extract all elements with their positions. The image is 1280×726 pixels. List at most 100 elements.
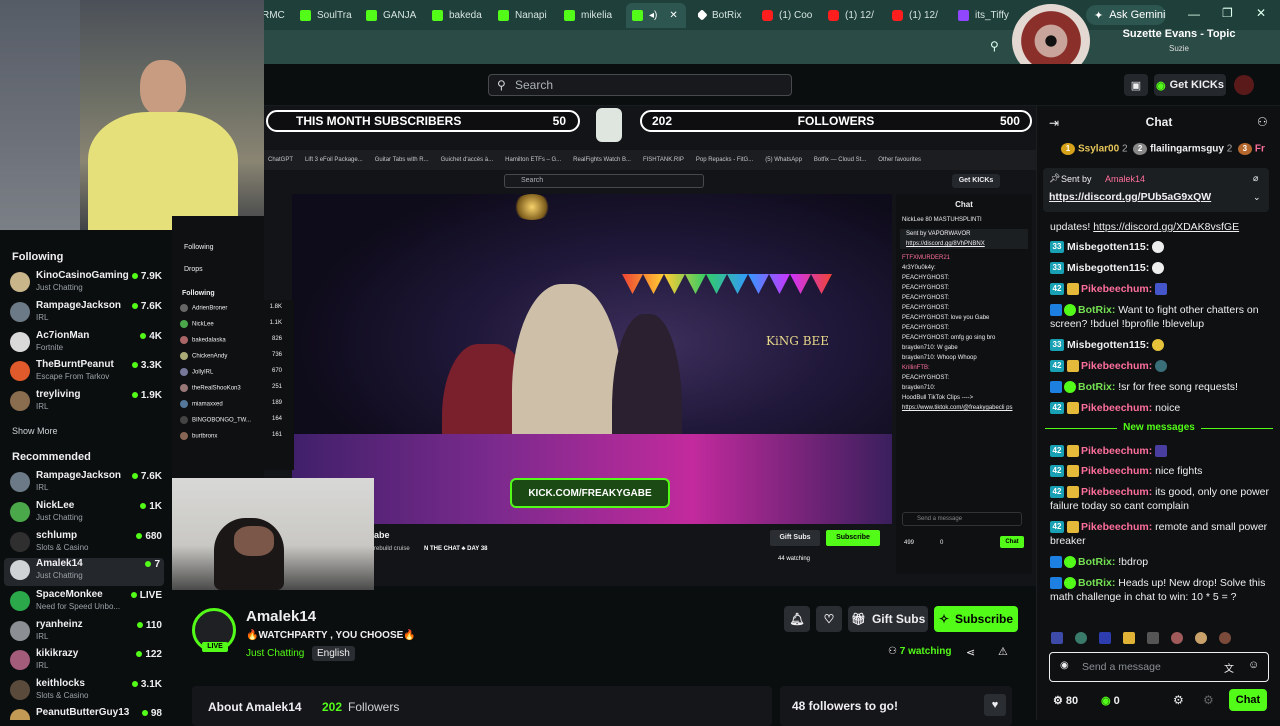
category-link[interactable]: Just Chatting bbox=[246, 648, 304, 659]
translate-icon[interactable]: 文 bbox=[1224, 660, 1234, 675]
chat-message: 42 Pikebeechum: its good, only one power … bbox=[1050, 485, 1272, 513]
browser-tab[interactable]: mikelia bbox=[564, 5, 622, 25]
report-icon[interactable]: ⚠ bbox=[998, 645, 1008, 658]
sidebar-channel[interactable]: SpaceMonkee Need for Speed Unbo... LIVE bbox=[10, 589, 162, 617]
emote[interactable] bbox=[1147, 632, 1159, 644]
browser-tab[interactable]: Nanapi bbox=[498, 5, 556, 25]
sidebar-channel[interactable]: schlump Slots & Casino 680 bbox=[10, 530, 162, 558]
ask-gemini-button[interactable]: ✦ Ask Gemini bbox=[1086, 5, 1166, 25]
browser-tab[interactable]: bakeda bbox=[432, 5, 490, 25]
twitch-icon bbox=[958, 9, 969, 21]
inner-ticker: N THE CHAT ♣ DAY 38 bbox=[424, 546, 488, 552]
viewer-count-text: 122 bbox=[145, 649, 162, 660]
share-icon[interactable]: ⋖ bbox=[966, 646, 975, 659]
get-kicks-button[interactable]: ◉ Get KICKs bbox=[1154, 74, 1226, 96]
inner-avatar bbox=[180, 368, 188, 376]
gear-icon[interactable]: ⚙ bbox=[1203, 693, 1214, 707]
sidebar-channel[interactable]: PeanutButterGuy13 98 bbox=[10, 707, 162, 720]
send-chat-button[interactable]: Chat bbox=[1229, 689, 1267, 711]
sidebar-channel-active[interactable]: Amalek14 Just Chatting 7 bbox=[4, 558, 164, 586]
username[interactable]: Pikebeechum: bbox=[1081, 465, 1152, 477]
username[interactable]: Pikebeechum: bbox=[1081, 402, 1152, 414]
emote[interactable] bbox=[1075, 632, 1087, 644]
video-player[interactable]: THIS MONTH SUBSCRIBERS 50 202 FOLLOWERS … bbox=[264, 106, 1036, 586]
sidebar-channel[interactable]: kikikrazy IRL 122 bbox=[10, 648, 162, 676]
kicks-balance[interactable]: ◉ 0 bbox=[1101, 694, 1120, 707]
inner-chat-line: brayden710: bbox=[902, 385, 936, 391]
channel-points[interactable]: ⚙ 80 bbox=[1053, 694, 1078, 707]
username[interactable]: BotRix: bbox=[1078, 556, 1115, 568]
close-tab-icon[interactable]: ✕ bbox=[669, 10, 677, 21]
sidebar-channel[interactable]: keithlocks Slots & Casino 3.1K bbox=[10, 678, 162, 706]
bot-badge-icon bbox=[1050, 304, 1062, 317]
user-avatar[interactable] bbox=[1234, 75, 1254, 95]
sidebar-channel[interactable]: RampageJackson IRL 7.6K bbox=[10, 300, 162, 328]
gift-subs-button[interactable]: 🎁︎ Gift Subs bbox=[848, 606, 928, 632]
username[interactable]: Pikebeechum: bbox=[1081, 360, 1152, 372]
username[interactable]: Misbegotten115: bbox=[1067, 339, 1149, 351]
get-kicks-label: Get KICKs bbox=[1169, 79, 1224, 91]
chat-message: 33 Misbegotten115: bbox=[1050, 338, 1272, 352]
chevron-down-icon[interactable]: ⌄ bbox=[1253, 192, 1261, 203]
pinned-message[interactable]: 📌︎ Sent by Amalek14 https://discord.gg/P… bbox=[1043, 168, 1269, 212]
subscribe-button[interactable]: ✧ Subscribe bbox=[934, 606, 1018, 632]
minimize-icon[interactable]: — bbox=[1188, 7, 1200, 21]
show-more-link[interactable]: Show More bbox=[12, 426, 58, 436]
inner-following-item: JollyIRL 670 bbox=[180, 368, 290, 384]
browser-tab[interactable]: RMC bbox=[262, 5, 292, 25]
emote[interactable] bbox=[1099, 632, 1111, 644]
channel-name: RampageJackson bbox=[36, 470, 122, 481]
restore-icon[interactable]: ❐ bbox=[1222, 6, 1233, 20]
chat-input[interactable]: ◉ Send a message 文 ☺ bbox=[1049, 652, 1269, 682]
language-tag[interactable]: English bbox=[312, 646, 355, 661]
bookmark: FISHTANK.RIP bbox=[642, 157, 684, 163]
browser-tab[interactable]: its_Tiffy bbox=[958, 5, 1014, 25]
points-icon: ⚙ bbox=[1053, 695, 1066, 707]
users-icon[interactable]: ⚇ bbox=[1257, 115, 1268, 129]
close-window-icon[interactable]: ✕ bbox=[1256, 6, 1266, 20]
follow-button[interactable]: ♡ bbox=[816, 606, 842, 632]
sidebar-channel[interactable]: treyliving IRL 1.9K bbox=[10, 389, 162, 417]
username[interactable]: Pikebeechum: bbox=[1081, 486, 1152, 498]
browser-tab[interactable]: (1) 12/ bbox=[892, 5, 950, 25]
username[interactable]: Misbegotten115: bbox=[1067, 241, 1149, 253]
emote[interactable] bbox=[1123, 632, 1135, 644]
unpin-icon[interactable]: ⌀ bbox=[1253, 173, 1258, 184]
sidebar-channel[interactable]: KinoCasinoGaming Just Chatting 7.9K bbox=[10, 270, 162, 298]
live-dot bbox=[130, 592, 137, 599]
emote[interactable] bbox=[1195, 632, 1207, 644]
wallet-button[interactable]: ▣ bbox=[1124, 74, 1148, 96]
sidebar-channel[interactable]: Ac7ionMan Fortnite 4K bbox=[10, 330, 162, 358]
sidebar-channel[interactable]: RampageJackson IRL 7.6K bbox=[10, 470, 162, 498]
pinned-link[interactable]: https://discord.gg/PUb5aG9xQW bbox=[1049, 191, 1211, 203]
username[interactable]: Pikebeechum: bbox=[1081, 521, 1152, 533]
browser-tab[interactable]: (1) Coo bbox=[762, 5, 820, 25]
browser-tab[interactable]: (1) 12/ bbox=[828, 5, 886, 25]
emoji-icon[interactable]: ☺ bbox=[1248, 659, 1259, 671]
search-icon[interactable]: ⚲ bbox=[990, 39, 999, 53]
emote[interactable] bbox=[1051, 632, 1063, 644]
browser-tab[interactable]: BotRix bbox=[698, 5, 756, 25]
sidebar-channel[interactable]: ryanheinz IRL 110 bbox=[10, 619, 162, 647]
viewer-count: 110 bbox=[136, 620, 162, 631]
username[interactable]: BotRix: bbox=[1078, 381, 1115, 393]
username[interactable]: Misbegotten115: bbox=[1067, 262, 1149, 274]
browser-tab[interactable]: SoulTra bbox=[300, 5, 358, 25]
sidebar-channel[interactable]: NickLee Just Chatting 1K bbox=[10, 500, 162, 528]
username[interactable]: Pikebeechum: bbox=[1081, 283, 1152, 295]
search-input[interactable]: ⚲ Search bbox=[488, 74, 792, 96]
channel-name[interactable]: Amalek14 bbox=[246, 608, 316, 625]
notification-button[interactable]: 🔔︎ bbox=[784, 606, 810, 632]
username[interactable]: Pikebeechum: bbox=[1081, 445, 1152, 457]
sidebar-channel[interactable]: TheBurntPeanut Escape From Tarkov 3.3K bbox=[10, 359, 162, 387]
heart-icon[interactable]: ♥ bbox=[984, 694, 1006, 716]
emote[interactable] bbox=[1219, 632, 1231, 644]
settings-icon[interactable]: ⚙ bbox=[1173, 693, 1184, 707]
browser-tab-active[interactable]: ◂) ✕ bbox=[626, 3, 686, 28]
chat-message: 42 Pikebeechum: bbox=[1050, 444, 1272, 458]
username[interactable]: BotRix: bbox=[1078, 577, 1115, 589]
browser-tab[interactable]: GANJA bbox=[366, 5, 424, 25]
username[interactable]: BotRix: bbox=[1078, 304, 1115, 316]
emote[interactable] bbox=[1171, 632, 1183, 644]
message-link[interactable]: https://discord.gg/XDAK8vsfGE bbox=[1093, 221, 1239, 233]
